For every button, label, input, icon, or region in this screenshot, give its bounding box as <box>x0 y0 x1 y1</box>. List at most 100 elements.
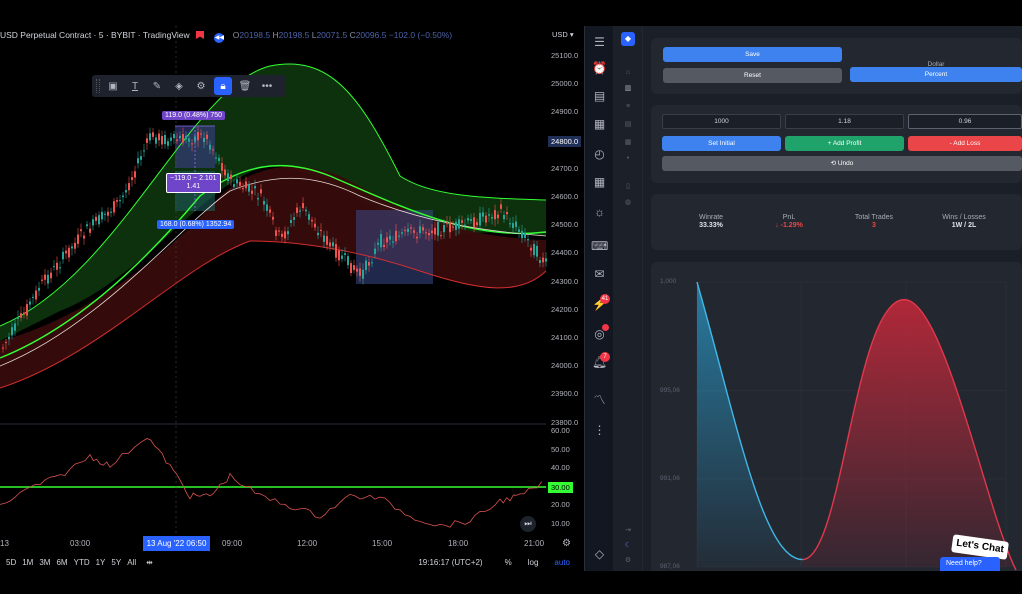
candle-body <box>506 211 508 215</box>
undo-button[interactable]: ⟲ Undo <box>662 156 1022 171</box>
device-icon[interactable]: ▯ <box>623 182 633 192</box>
candle-body <box>161 136 163 145</box>
stats-icon[interactable]: ▥ <box>623 84 633 94</box>
candle-body <box>176 139 178 141</box>
candle-body <box>398 235 400 237</box>
idea-bulb-icon[interactable]: ☼ <box>591 204 608 220</box>
candle-body <box>317 232 319 236</box>
range-1y[interactable]: 1Y <box>96 558 106 567</box>
candle-body <box>473 217 475 228</box>
clock-timezone[interactable]: 19:16:17 (UTC+2) <box>418 558 482 567</box>
profit-input[interactable]: 1.18 <box>785 114 904 129</box>
dot-icon[interactable]: • <box>623 154 633 164</box>
candle-body <box>428 232 430 236</box>
set-initial-button[interactable]: Set Initial <box>662 136 781 151</box>
add-loss-button[interactable]: - Add Loss <box>908 136 1022 151</box>
save-button[interactable]: Save <box>663 47 842 62</box>
candle-body <box>32 296 34 298</box>
templates-icon[interactable]: ▣ <box>104 77 122 95</box>
layers-icon[interactable]: ◇ <box>591 546 608 562</box>
replay-icon[interactable]: ◀◀ <box>214 33 225 43</box>
app-settings-icon[interactable]: ⚙ <box>623 556 633 566</box>
calendar-list-icon[interactable]: ▦ <box>591 116 608 132</box>
candle-body <box>14 323 16 331</box>
equity-chart <box>696 281 1017 571</box>
home-icon[interactable]: ⌂ <box>623 68 633 78</box>
profile-icon[interactable]: ◍ <box>623 198 633 208</box>
candle-body <box>464 224 466 226</box>
goto-date-icon[interactable]: ⇹ <box>146 558 153 567</box>
calendar-icon[interactable]: ▦ <box>591 174 608 190</box>
fill-icon[interactable]: ◈ <box>170 77 188 95</box>
candle-body <box>239 181 241 186</box>
watchlist-icon[interactable]: ☰ <box>591 34 608 50</box>
candle-body <box>419 226 421 234</box>
dark-mode-icon[interactable]: ☾ <box>623 541 633 551</box>
candle-body <box>278 230 280 232</box>
percent-scale-toggle[interactable]: % <box>505 558 512 567</box>
candle-body <box>170 137 172 141</box>
candle-body <box>44 274 46 280</box>
scroll-to-realtime-icon[interactable]: ⏭ <box>520 516 536 532</box>
loss-input[interactable]: 0.96 <box>908 114 1022 129</box>
percent-toggle[interactable]: Percent <box>850 67 1022 82</box>
range-6m[interactable]: 6M <box>56 558 67 567</box>
measure-label-mid: −119.0 − 2.101 1.41 <box>166 173 221 193</box>
currency-selector[interactable]: USD ▾ <box>552 30 574 39</box>
range-ytd[interactable]: YTD <box>74 558 90 567</box>
candle-body <box>494 210 496 220</box>
price-tick: 24900.0 <box>551 107 579 117</box>
chart-settings-gear-icon[interactable]: ⚙ <box>558 536 575 552</box>
more-icon[interactable]: ••• <box>258 77 276 95</box>
notes-icon[interactable]: ▦ <box>623 138 633 148</box>
candle-body <box>512 223 514 228</box>
chat-widget[interactable]: Let's Chat Need help? <box>940 534 1009 572</box>
time-tick: 12:00 <box>297 539 318 548</box>
reset-button[interactable]: Reset <box>663 68 842 83</box>
collapse-icon[interactable]: ⇥ <box>623 526 633 536</box>
candle-body <box>407 228 409 233</box>
auto-scale-toggle[interactable]: auto <box>554 558 570 567</box>
candle-body <box>383 244 385 248</box>
list-icon[interactable]: ≡ <box>623 102 633 112</box>
trash-icon[interactable]: 🗑︎ <box>236 77 254 95</box>
range-5y[interactable]: 5Y <box>111 558 121 567</box>
range-5d[interactable]: 5D <box>6 558 16 567</box>
price-chart-canvas[interactable] <box>0 26 584 571</box>
log-scale-toggle[interactable]: log <box>528 558 539 567</box>
range-3m[interactable]: 3M <box>39 558 50 567</box>
message-icon[interactable]: ✉ <box>591 266 608 282</box>
add-profit-button[interactable]: + Add Profit <box>785 136 904 151</box>
order-book-icon[interactable]: ⋮ <box>591 422 608 438</box>
candle-body <box>518 229 520 232</box>
settings-gear-icon[interactable]: ⚙ <box>192 77 210 95</box>
initial-balance-input[interactable]: 1000 <box>662 114 781 129</box>
time-tick: 15:00 <box>372 539 393 548</box>
pulse-icon[interactable]: 〽 <box>591 392 608 408</box>
candle-body <box>299 210 301 212</box>
need-help-button[interactable]: Need help? <box>940 557 1000 571</box>
chat-bubble[interactable]: Let's Chat <box>951 534 1009 560</box>
oscillator-tick: 50.00 <box>551 444 570 454</box>
symbol-title[interactable]: USD Perpetual Contract · 5 · BYBIT · Tra… <box>0 30 190 40</box>
pen-icon[interactable]: ✎ <box>148 77 166 95</box>
equity-area-blue <box>697 282 803 567</box>
candle-body <box>542 257 544 263</box>
journal-icon[interactable]: ▤ <box>623 120 633 130</box>
candle-body <box>53 266 55 268</box>
range-all[interactable]: All <box>127 558 136 567</box>
candle-body <box>65 250 67 254</box>
candle-body <box>329 242 331 247</box>
candle-body <box>158 133 160 141</box>
lock-icon[interactable]: 🔒︎ <box>214 77 232 95</box>
clock-icon[interactable]: ◴ <box>591 146 608 162</box>
alarm-clock-icon[interactable]: ⏰ <box>591 60 608 76</box>
news-icon[interactable]: ▤ <box>591 88 608 104</box>
text-tool-icon[interactable]: T <box>126 77 144 95</box>
range-1m[interactable]: 1M <box>22 558 33 567</box>
bookmark-flag-icon[interactable] <box>195 31 204 39</box>
drag-handle-icon[interactable] <box>96 79 100 93</box>
app-logo-icon[interactable]: ◆ <box>621 32 635 46</box>
price-chart-panel[interactable]: USD Perpetual Contract · 5 · BYBIT · Tra… <box>0 26 584 571</box>
chat-icon[interactable]: ⌨ <box>591 238 608 254</box>
